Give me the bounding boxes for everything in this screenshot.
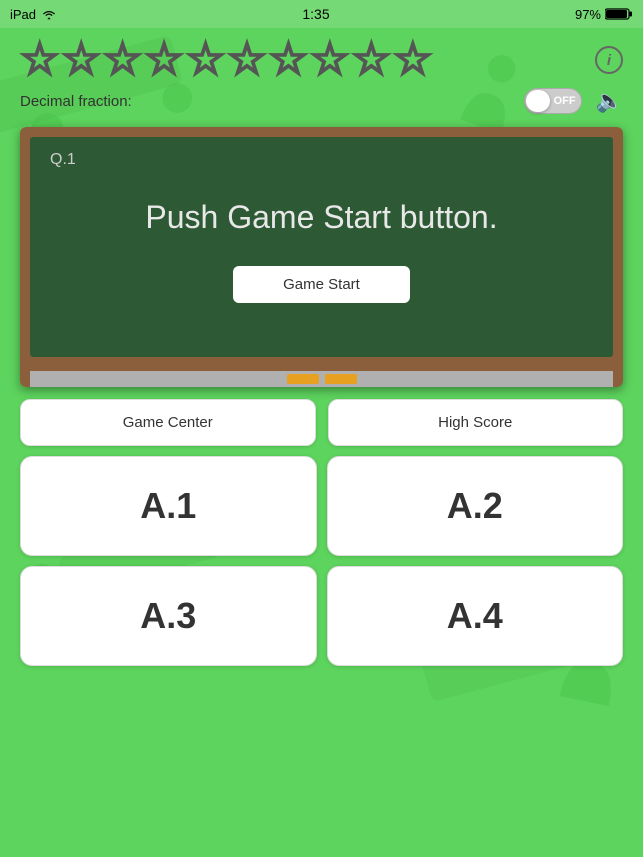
ipad-label: iPad bbox=[10, 7, 36, 22]
status-left: iPad bbox=[10, 7, 57, 22]
toggle-row: Decimal fraction: OFF 🔈 bbox=[20, 86, 623, 122]
game-center-button[interactable]: Game Center bbox=[20, 399, 316, 446]
answer-1-button[interactable]: A.1 bbox=[20, 456, 317, 556]
answer-3-button[interactable]: A.3 bbox=[20, 566, 317, 666]
chalk-piece-2 bbox=[325, 374, 357, 384]
star-8[interactable]: ☆ bbox=[310, 38, 349, 82]
battery-label: 97% bbox=[575, 7, 601, 22]
status-right: 97% bbox=[575, 7, 633, 22]
game-start-button[interactable]: Game Start bbox=[233, 266, 410, 303]
chalk-ledge bbox=[30, 371, 613, 387]
answer-4-button[interactable]: A.4 bbox=[327, 566, 624, 666]
star-3[interactable]: ☆ bbox=[103, 38, 142, 82]
decimal-toggle[interactable]: OFF bbox=[524, 88, 582, 114]
top-buttons-row: Game Center High Score bbox=[20, 399, 623, 446]
chalk-piece-1 bbox=[287, 374, 319, 384]
question-label: Q.1 bbox=[50, 151, 593, 169]
bottom-section: Game Center High Score A.1 A.2 A.3 A.4 bbox=[20, 399, 623, 666]
wifi-icon bbox=[41, 8, 57, 20]
main-content: ☆ ☆ ☆ ☆ ☆ ☆ ☆ ☆ ☆ ☆ i Decimal fraction: … bbox=[0, 28, 643, 666]
status-time: 1:35 bbox=[302, 6, 329, 22]
star-2[interactable]: ☆ bbox=[61, 38, 100, 82]
star-4[interactable]: ☆ bbox=[144, 38, 183, 82]
star-9[interactable]: ☆ bbox=[352, 38, 391, 82]
volume-icon[interactable]: 🔈 bbox=[596, 88, 623, 114]
star-1[interactable]: ☆ bbox=[20, 38, 59, 82]
toggle-state: OFF bbox=[554, 95, 576, 107]
chalkboard-message: Push Game Start button. bbox=[50, 199, 593, 236]
star-6[interactable]: ☆ bbox=[227, 38, 266, 82]
info-button[interactable]: i bbox=[595, 46, 623, 74]
battery-icon bbox=[605, 7, 633, 21]
answer-grid: A.1 A.2 A.3 A.4 bbox=[20, 456, 623, 666]
star-7[interactable]: ☆ bbox=[269, 38, 308, 82]
stars-container: ☆ ☆ ☆ ☆ ☆ ☆ ☆ ☆ ☆ ☆ bbox=[20, 38, 433, 82]
status-bar: iPad 1:35 97% bbox=[0, 0, 643, 28]
toggle-thumb bbox=[526, 90, 550, 112]
stars-row: ☆ ☆ ☆ ☆ ☆ ☆ ☆ ☆ ☆ ☆ i bbox=[20, 28, 623, 86]
chalkboard-surface: Q.1 Push Game Start button. Game Start bbox=[30, 137, 613, 357]
high-score-button[interactable]: High Score bbox=[328, 399, 624, 446]
star-5[interactable]: ☆ bbox=[186, 38, 225, 82]
chalkboard-container: Q.1 Push Game Start button. Game Start bbox=[20, 127, 623, 387]
star-10[interactable]: ☆ bbox=[393, 38, 432, 82]
decimal-fraction-label: Decimal fraction: bbox=[20, 93, 132, 110]
chalkboard-frame: Q.1 Push Game Start button. Game Start bbox=[20, 127, 623, 387]
answer-2-button[interactable]: A.2 bbox=[327, 456, 624, 556]
